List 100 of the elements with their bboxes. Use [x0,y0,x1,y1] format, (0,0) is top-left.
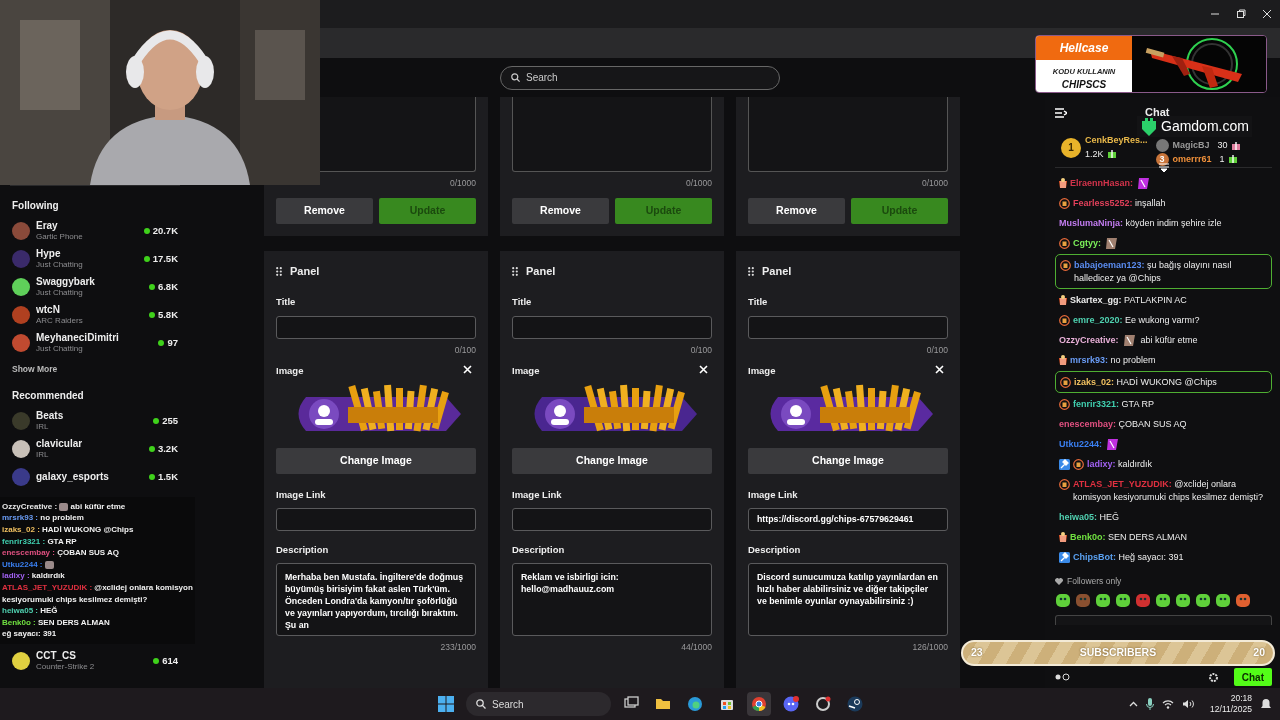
emote-icon[interactable] [1115,591,1131,608]
gift-amount: 30 [1217,139,1228,152]
gift-icon [1228,155,1237,164]
emote-icon[interactable] [1235,591,1251,608]
chat-message: ladixy: kaldırdık [1087,457,1153,471]
send-chat-button[interactable]: Chat [1233,668,1272,686]
emote-icon[interactable] [1095,591,1111,608]
microphone-icon[interactable] [1146,698,1155,710]
avatar [12,411,30,430]
emote-icon[interactable] [1155,591,1171,608]
text-area[interactable] [512,97,712,172]
sidebar-item[interactable]: clavicular IRL 3.2K [0,434,190,463]
brand-name: Hellcase [1036,36,1132,60]
drag-handle-icon[interactable] [512,266,518,276]
sidebar-item[interactable]: Swaggybark Just Chatting 6.8K [0,273,190,301]
notification-icon[interactable] [1260,698,1272,710]
show-more-link[interactable]: Show More [0,357,190,388]
live-dot [143,228,150,234]
chat-message: MuslumaNinja: köyden indim şehire izle [1059,216,1222,230]
rank-badge: 1 [1061,137,1081,158]
chat-message: fenrir3321: GTA RP [1073,397,1154,411]
title-input[interactable] [276,315,476,339]
emote-icon[interactable] [1215,591,1231,608]
description-field[interactable]: Merhaba ben Mustafa. İngiltere'de doğmuş büyümüş birisiyim fakat aslen Türk'üm. Önceden Londra'da kamyon/tır şoförlüğü ve yayınları yapıyordum, tırcılığı bıraktım. Şu an [276,563,476,636]
remove-button[interactable]: Remove [512,197,609,224]
emote-icon[interactable] [1195,591,1211,608]
restore-icon[interactable] [1236,9,1246,19]
taskbar-search[interactable]: Search [466,692,611,716]
settings-icon[interactable] [1208,672,1218,682]
char-counter: 0/100 [689,343,712,357]
change-image-button[interactable]: Change Image [748,447,948,474]
sidebar-item[interactable]: galaxy_esports 1.5K [0,462,190,491]
live-dot [148,284,155,290]
field-label: Image [748,364,776,379]
username: Cgtyy: [1073,236,1101,250]
chat-message: fenrir3321 : GTA RP [2,536,77,546]
collapse-icon[interactable] [1055,107,1067,118]
sponsor-logo: Gamdom.com [1161,117,1249,136]
leaderboard-name: omerrr61 [1172,152,1212,166]
text-area[interactable] [748,97,948,172]
search-icon [476,699,486,709]
emote-icon[interactable] [1175,591,1191,608]
image-link-input[interactable] [512,507,712,531]
change-image-button[interactable]: Change Image [512,447,712,474]
char-counter: 0/100 [925,343,948,357]
sidebar-item[interactable]: Eray Gartic Phone 20.7K [0,217,190,245]
image-link-input[interactable] [276,507,476,531]
popcorn-badge-icon [1059,177,1067,188]
gift-icon [1231,141,1240,150]
title-input[interactable] [748,315,948,339]
channel-category: IRL [36,421,50,432]
chat-message: izaks_02 : HADİ WUKONG @Chips [2,524,134,534]
wifi-icon[interactable] [1162,699,1175,709]
remove-button[interactable]: Remove [748,197,845,224]
gift-amount: 1.2K [1085,147,1104,161]
username: ElraennHasan: [1070,176,1134,190]
close-icon[interactable] [1262,9,1272,19]
change-image-button[interactable]: Change Image [276,447,476,474]
scroll-down-icon[interactable] [1158,163,1169,172]
emote-icon[interactable] [1055,591,1071,608]
title-input[interactable] [512,315,712,339]
chat-message: enescembay : ÇOBAN SUS AQ [2,548,120,558]
chat-message: eğ sayacı: 391 [2,629,57,639]
sidebar-item[interactable]: CCT_CS Counter-Strike 2 614 [0,646,190,675]
volume-icon[interactable] [1182,699,1195,709]
viewer-count: 17.5K [152,251,178,266]
leaderboard-name: MagicBJ [1172,139,1210,152]
viewer-count: 20.7K [152,223,178,238]
gift-icon [1107,150,1116,159]
popcorn-badge-icon [1059,314,1070,326]
sidebar-item[interactable]: Hype Just Chatting 17.5K [0,245,190,273]
drag-handle-icon[interactable] [276,266,282,276]
live-dot [148,473,155,480]
browser-icon[interactable] [747,692,771,716]
sidebar-item[interactable]: Beats IRL 255 [0,406,190,435]
goal-target: 20 [1253,645,1265,661]
description-field[interactable]: Reklam ve isbirligi icin: hello@madhauuz.com [512,563,712,636]
goal-label: SUBSCRIBERS [1078,645,1158,661]
char-counter: 44/1000 [680,641,712,654]
message-input[interactable] [1055,614,1272,625]
chevron-up-icon[interactable] [1129,701,1139,707]
channel-name: wtcN [36,304,61,316]
channel-category: Gartic Phone [36,232,83,242]
chat-message: Benk0o: SEN DERS ALMAN [1070,530,1188,544]
remove-button[interactable]: Remove [276,197,373,224]
description-field[interactable]: Discord sunucumuza katılıp yayınlardan en hızlı haber alabilirsiniz ve diğer takipçiler ve benimle oyunlar oynayabilirsiniz :) [748,563,948,636]
rank-badge [1155,139,1169,153]
channel-category: IRL [36,449,50,460]
channel-name: CCT_CS [36,649,77,662]
windows-start-icon[interactable] [438,696,454,712]
leaderboard-name: CenkBeyRes... [1085,134,1148,147]
image-link-input[interactable]: https://discord.gg/chips-67579629461 [748,507,948,531]
username: OzzyCreative: [1059,333,1119,347]
drag-handle-icon[interactable] [748,266,754,276]
sidebar-item[interactable]: MeyhaneciDimitri Just Chatting 97 [0,329,190,357]
username: Utku2244 : [2,559,43,569]
sidebar-item[interactable]: wtcN ARC Raiders 5.8K [0,301,190,329]
chat-message: mrsrk93 : no problem [2,513,84,523]
channel-category: Just Chatting [36,344,84,354]
search-field[interactable]: Search [500,65,780,90]
